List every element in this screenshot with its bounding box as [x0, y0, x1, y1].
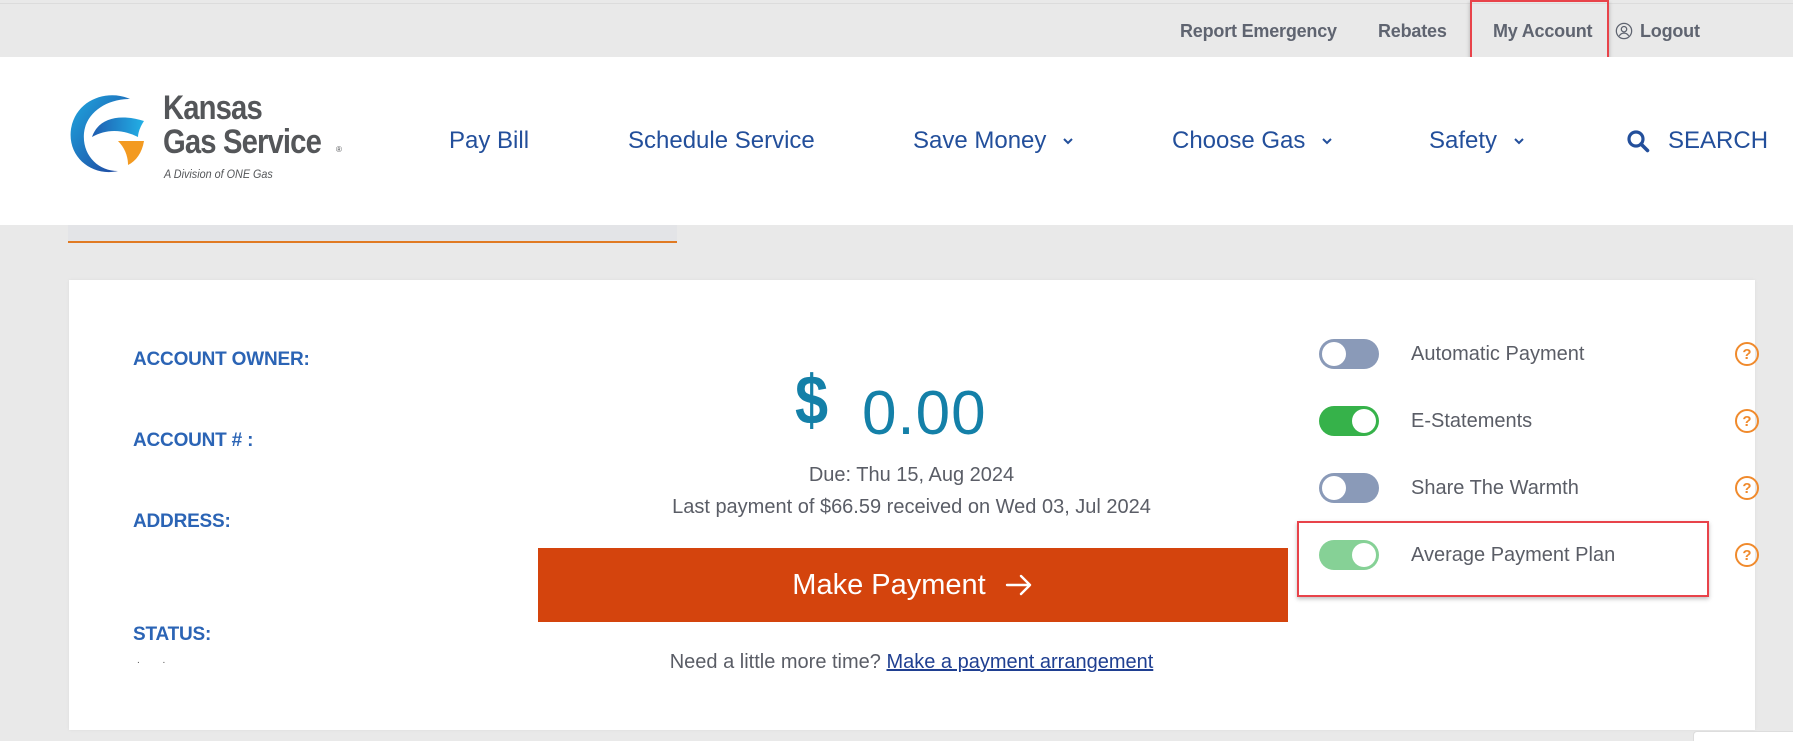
logout-link[interactable]: Logout [1640, 21, 1700, 42]
nav-pay-bill[interactable]: Pay Bill [449, 127, 529, 155]
status-value: . . [137, 655, 176, 666]
e-statements-label: E-Statements [1411, 409, 1533, 432]
my-account-link[interactable]: My Account [1493, 21, 1593, 42]
chevron-down-icon [1322, 138, 1333, 145]
logo-registered-mark: ® [336, 145, 342, 154]
share-the-warmth-label: Share The Warmth [1411, 476, 1579, 499]
page: Report Emergency Rebates My Account Logo… [0, 0, 1793, 741]
setting-share-the-warmth: Share The Warmth ? [1319, 468, 1759, 508]
make-payment-button[interactable]: Make Payment [538, 548, 1288, 622]
account-number-label: ACCOUNT # : [133, 430, 254, 451]
chevron-down-icon [1514, 138, 1524, 145]
automatic-payment-toggle[interactable] [1319, 339, 1379, 369]
setting-average-payment-plan: Average Payment Plan ? [1319, 535, 1759, 575]
logo-line-2: Gas Service [163, 123, 322, 161]
nav-save-money-label: Save Money [913, 127, 1047, 154]
user-circle-icon[interactable] [1615, 22, 1633, 40]
account-owner-label: ACCOUNT OWNER: [133, 349, 310, 370]
nav-schedule-service-label: Schedule Service [628, 127, 815, 154]
due-date: Due: Thu 15, Aug 2024 [808, 464, 1015, 486]
help-icon[interactable]: ? [1735, 342, 1759, 366]
kansas-gas-service-logo[interactable]: Kansas Gas Service ® A Division of ONE G… [68, 89, 353, 187]
rebates-link[interactable]: Rebates [1378, 21, 1447, 42]
nav-choose-gas[interactable]: Choose Gas [1172, 127, 1333, 155]
nav-save-money[interactable]: Save Money [913, 127, 1074, 155]
make-payment-label: Make Payment [792, 568, 986, 601]
search-icon [1627, 130, 1650, 153]
search-label: SEARCH [1668, 127, 1769, 154]
help-icon[interactable]: ? [1735, 409, 1759, 433]
corner-widget[interactable] [1693, 731, 1793, 741]
account-summary-card: ACCOUNT OWNER: ACCOUNT # : ADDRESS: STAT… [69, 280, 1759, 730]
utility-bar: Report Emergency Rebates My Account Logo… [0, 3, 1793, 57]
share-the-warmth-toggle[interactable] [1319, 473, 1379, 503]
nav-choose-gas-label: Choose Gas [1172, 127, 1306, 154]
nav-safety-label: Safety [1429, 127, 1498, 154]
report-emergency-link[interactable]: Report Emergency [1180, 21, 1337, 42]
address-label: ADDRESS: [133, 511, 231, 532]
payment-arrangement-prompt: Need a little more time? Make a payment … [535, 651, 1288, 674]
site-header: Kansas Gas Service ® A Division of ONE G… [0, 57, 1793, 225]
nav-safety[interactable]: Safety [1429, 127, 1525, 155]
automatic-payment-label: Automatic Payment [1411, 342, 1585, 365]
last-payment: Last payment of $66.59 received on Wed 0… [672, 496, 1151, 518]
account-tab-strip [68, 225, 677, 243]
arrow-right-icon [1005, 574, 1031, 596]
chevron-down-icon [1063, 138, 1074, 145]
nav-pay-bill-label: Pay Bill [449, 127, 530, 154]
amount-due-value: 0.00 [861, 379, 987, 448]
average-payment-plan-toggle[interactable] [1319, 540, 1379, 570]
logo-subtitle: A Division of ONE Gas [164, 167, 273, 181]
setting-e-statements: E-Statements ? [1319, 401, 1759, 441]
amount-due: $ 0.00 [795, 360, 987, 460]
search-button[interactable]: SEARCH [1626, 127, 1768, 155]
help-icon[interactable]: ? [1735, 476, 1759, 500]
nav-schedule-service[interactable]: Schedule Service [628, 127, 815, 155]
more-time-text: Need a little more time? [669, 651, 881, 673]
average-payment-plan-label: Average Payment Plan [1411, 543, 1616, 566]
setting-automatic-payment: Automatic Payment ? [1319, 334, 1759, 374]
flame-swirl-icon [70, 95, 144, 173]
help-icon[interactable]: ? [1735, 543, 1759, 567]
status-label: STATUS: [133, 624, 212, 645]
payment-arrangement-link[interactable]: Make a payment arrangement [886, 651, 1153, 673]
e-statements-toggle[interactable] [1319, 406, 1379, 436]
currency-symbol: $ [795, 361, 829, 439]
